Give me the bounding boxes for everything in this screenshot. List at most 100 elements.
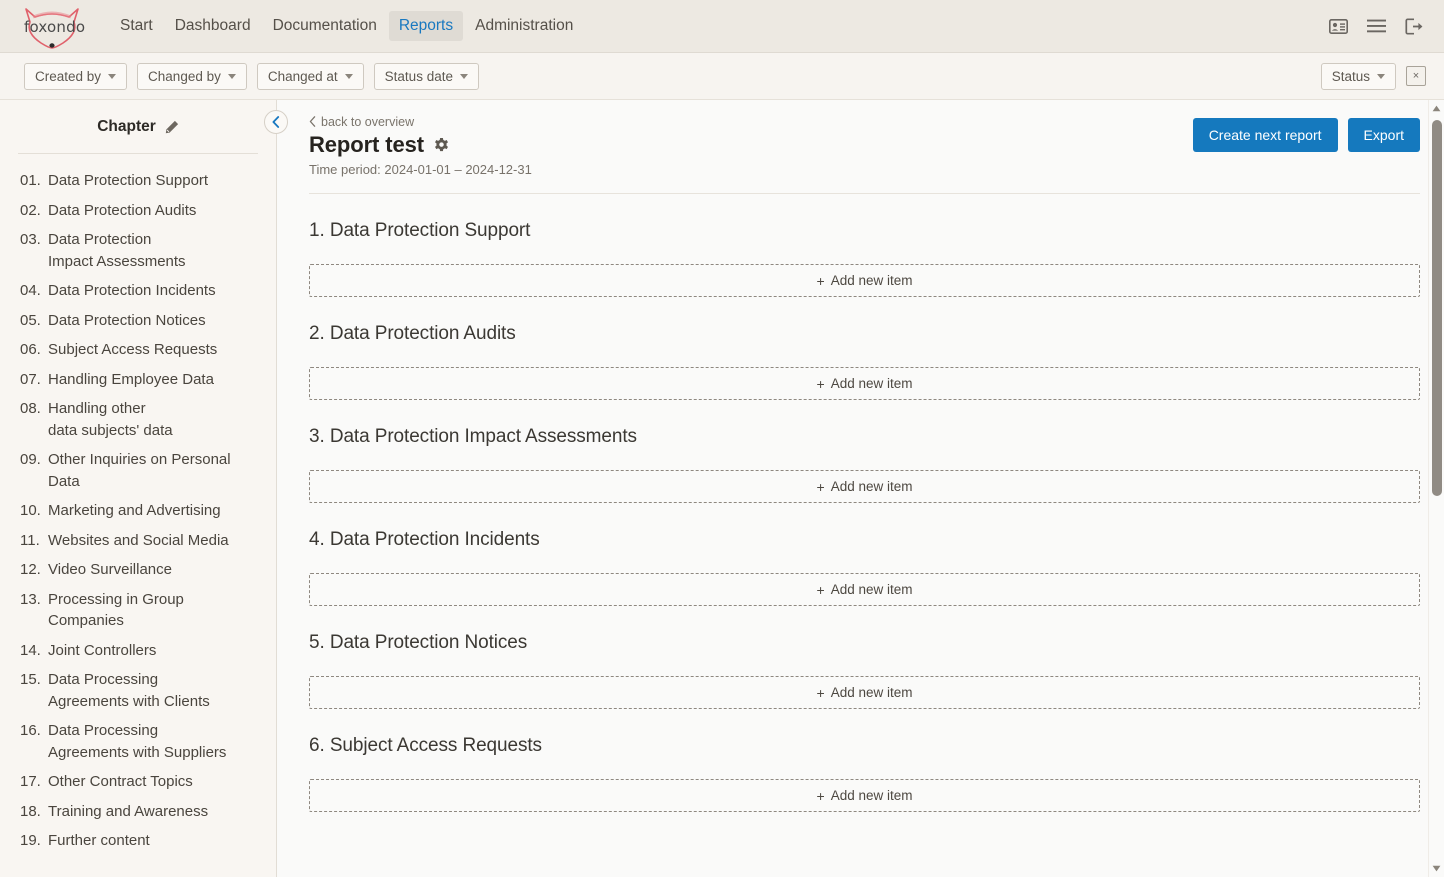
- sidebar-chapter-item[interactable]: 03.Data Protection Impact Assessments: [0, 225, 276, 276]
- sidebar-chapter-number: 08.: [20, 398, 48, 441]
- page-title: Report test: [309, 132, 424, 158]
- filter-created-by[interactable]: Created by: [24, 63, 127, 90]
- sidebar-chapter-item[interactable]: 08.Handling other data subjects' data: [0, 394, 276, 445]
- sidebar-chapter-item[interactable]: 17.Other Contract Topics: [0, 767, 276, 797]
- add-new-item-label: Add new item: [831, 685, 913, 700]
- sidebar-chapter-item[interactable]: 09.Other Inquiries on Personal Data: [0, 445, 276, 496]
- add-new-item-button[interactable]: +Add new item: [309, 367, 1420, 400]
- report-section: 6. Subject Access Requests +Add new item: [309, 709, 1420, 812]
- chevron-left-icon: [309, 116, 316, 127]
- sidebar-chapter-item[interactable]: 01.Data Protection Support: [0, 166, 276, 196]
- filter-changed-at[interactable]: Changed at: [257, 63, 364, 90]
- sidebar-header: Chapter: [0, 100, 276, 153]
- contact-card-icon[interactable]: [1326, 14, 1350, 38]
- sidebar-chapter-label: Data Protection Incidents: [48, 280, 262, 302]
- clear-filters-button[interactable]: ×: [1406, 66, 1426, 86]
- sidebar-chapter-label: Data Protection Audits: [48, 200, 262, 222]
- back-to-overview-link[interactable]: back to overview: [309, 115, 414, 129]
- main-scrollbar[interactable]: [1428, 100, 1444, 877]
- sidebar-chapter-number: 06.: [20, 339, 48, 361]
- hamburger-menu-icon[interactable]: [1364, 14, 1388, 38]
- sidebar-chapter-item[interactable]: 11.Websites and Social Media: [0, 526, 276, 556]
- sidebar-chapter-item[interactable]: 10.Marketing and Advertising: [0, 496, 276, 526]
- scroll-up-arrow-icon[interactable]: [1429, 100, 1444, 117]
- scroll-down-arrow-icon[interactable]: [1429, 860, 1444, 877]
- chevron-down-icon: [1377, 74, 1385, 79]
- report-time-period: Time period: 2024-01-01 – 2024-12-31: [309, 162, 1420, 177]
- sidebar-chapter-label: Handling Employee Data: [48, 369, 262, 391]
- sidebar-chapter-label: Handling other data subjects' data: [48, 398, 262, 441]
- sidebar-chapter-item[interactable]: 06.Subject Access Requests: [0, 335, 276, 365]
- sidebar-chapter-label: Websites and Social Media: [48, 530, 262, 552]
- chevron-down-icon: [228, 74, 236, 79]
- report-section-title: 4. Data Protection Incidents: [309, 529, 1420, 551]
- nav-item-reports[interactable]: Reports: [389, 11, 463, 41]
- sidebar-chapter-number: 02.: [20, 200, 48, 222]
- sidebar-chapter-label: Marketing and Advertising: [48, 500, 262, 522]
- report-section-title: 6. Subject Access Requests: [309, 735, 1420, 757]
- filter-status[interactable]: Status: [1321, 63, 1396, 90]
- plus-icon: +: [817, 686, 825, 700]
- nav-item-start[interactable]: Start: [110, 11, 163, 41]
- sidebar-chapter-item[interactable]: 07.Handling Employee Data: [0, 365, 276, 395]
- logout-icon[interactable]: [1402, 14, 1426, 38]
- add-new-item-button[interactable]: +Add new item: [309, 573, 1420, 606]
- report-section-heading: Data Protection Support: [330, 220, 531, 241]
- report-section: 1. Data Protection Support+Add new item: [309, 194, 1420, 297]
- sidebar-chapter-label: Data Processing Agreements with Clients: [48, 669, 262, 712]
- report-section-heading: Data Protection Incidents: [330, 529, 540, 550]
- sidebar-chapter-label: Subject Access Requests: [48, 339, 262, 361]
- sidebar-chapter-item[interactable]: 19.Further content: [0, 826, 276, 856]
- filter-changed-at-label: Changed at: [268, 69, 338, 84]
- nav-item-administration[interactable]: Administration: [465, 11, 583, 41]
- filter-bar-right: Status ×: [1321, 63, 1426, 90]
- sidebar-chapter-number: 19.: [20, 830, 48, 852]
- sidebar-chapter-number: 16.: [20, 720, 48, 763]
- add-new-item-button[interactable]: +Add new item: [309, 779, 1420, 812]
- sidebar-chapter-item[interactable]: 05.Data Protection Notices: [0, 306, 276, 336]
- sidebar-chapter-number: 01.: [20, 170, 48, 192]
- plus-icon: +: [817, 583, 825, 597]
- add-new-item-button[interactable]: + Add new item: [309, 676, 1420, 709]
- chevron-down-icon: [460, 74, 468, 79]
- sidebar-chapter-number: 15.: [20, 669, 48, 712]
- sidebar-chapter-number: 13.: [20, 589, 48, 632]
- report-section-number: 2.: [309, 323, 325, 344]
- nav-item-documentation[interactable]: Documentation: [263, 11, 387, 41]
- sidebar-chapter-item[interactable]: 04.Data Protection Incidents: [0, 276, 276, 306]
- filter-changed-by[interactable]: Changed by: [137, 63, 247, 90]
- chevron-down-icon: [345, 74, 353, 79]
- filter-status-date[interactable]: Status date: [374, 63, 479, 90]
- sidebar-chapter-number: 11.: [20, 530, 48, 552]
- foxondo-logo[interactable]: foxondo: [16, 3, 88, 49]
- scrollbar-thumb[interactable]: [1432, 120, 1442, 496]
- app-root: foxondo Start Dashboard Documentation Re…: [0, 0, 1444, 877]
- sidebar-chapter-item[interactable]: 18.Training and Awareness: [0, 797, 276, 827]
- sidebar-chapter-item[interactable]: 12.Video Surveillance: [0, 555, 276, 585]
- filter-bar: Created by Changed by Changed at Status …: [0, 53, 1444, 100]
- sidebar-chapter-item[interactable]: 02.Data Protection Audits: [0, 196, 276, 226]
- sidebar-chapter-item[interactable]: 14.Joint Controllers: [0, 636, 276, 666]
- sidebar-chapter-label: Processing in Group Companies: [48, 589, 262, 632]
- sidebar-chapter-item[interactable]: 16.Data Processing Agreements with Suppl…: [0, 716, 276, 767]
- sidebar-chapter-label: Data Protection Notices: [48, 310, 262, 332]
- sidebar-chapter-item[interactable]: 13.Processing in Group Companies: [0, 585, 276, 636]
- sidebar-chapter-number: 18.: [20, 801, 48, 823]
- page-body: Chapter 01.Data Protection Support02.Dat…: [0, 100, 1444, 877]
- sidebar-chapter-number: 12.: [20, 559, 48, 581]
- add-new-item-button[interactable]: +Add new item: [309, 470, 1420, 503]
- nav-item-dashboard[interactable]: Dashboard: [165, 11, 261, 41]
- report-section: 3. Data Protection Impact Assessments+Ad…: [309, 400, 1420, 503]
- pencil-icon[interactable]: [165, 120, 179, 134]
- scrollbar-track[interactable]: [1429, 117, 1444, 860]
- sidebar-collapse-button[interactable]: [264, 110, 288, 134]
- create-next-report-button[interactable]: Create next report: [1193, 118, 1338, 152]
- export-button[interactable]: Export: [1348, 118, 1420, 152]
- add-new-item-label: Add new item: [831, 788, 913, 803]
- report-section-number: 4.: [309, 529, 325, 550]
- sidebar-chapter-item[interactable]: 15.Data Processing Agreements with Clien…: [0, 665, 276, 716]
- add-new-item-button[interactable]: +Add new item: [309, 264, 1420, 297]
- sidebar-chapter-number: 10.: [20, 500, 48, 522]
- report-section-number: 3.: [309, 426, 325, 447]
- gear-icon[interactable]: [434, 138, 449, 153]
